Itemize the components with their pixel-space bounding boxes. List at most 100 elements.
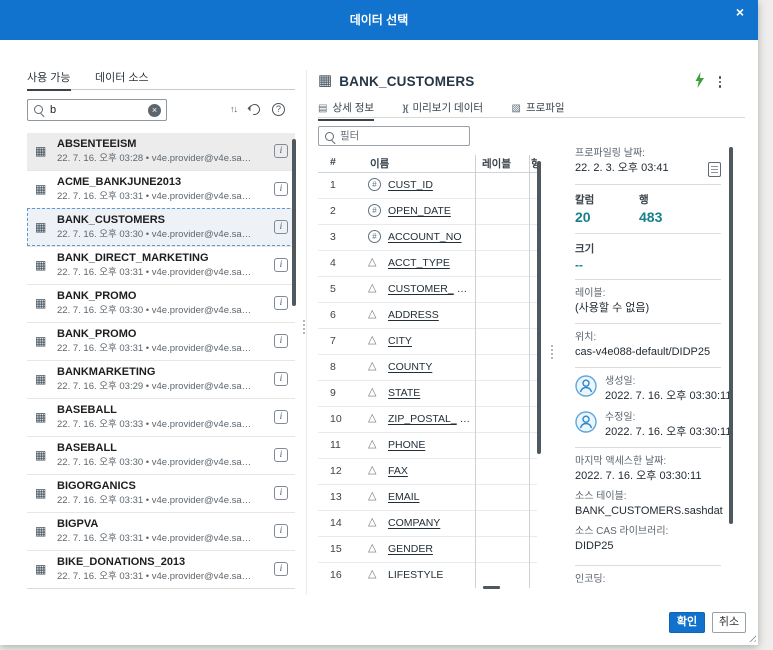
left-splitter-handle[interactable] xyxy=(303,320,305,334)
table-row[interactable]: 5 △ CUSTOMER_ … xyxy=(318,277,537,303)
info-icon[interactable]: i xyxy=(274,410,288,424)
search-box[interactable]: × xyxy=(27,99,167,121)
table-row[interactable]: 4 △ ACCT_TYPE xyxy=(318,251,537,277)
list-item[interactable]: ▦ BIKE_DONATIONS_2013 22. 7. 16. 오후 03:3… xyxy=(27,550,295,588)
help-icon[interactable]: ? xyxy=(272,103,285,116)
list-item[interactable]: ▦ BANK_PROMO 22. 7. 16. 오후 03:30 • v4e.p… xyxy=(27,284,295,322)
column-name-link[interactable]: ACCT_TYPE xyxy=(388,257,450,269)
numeric-column-icon: # xyxy=(368,230,381,243)
column-number: 5 xyxy=(330,283,336,295)
column-number: 2 xyxy=(330,205,336,217)
list-item[interactable]: ▦ BANK_CUSTOMERS 22. 7. 16. 오후 03:30 • v… xyxy=(27,208,295,246)
info-icon[interactable]: i xyxy=(274,296,288,310)
info-icon[interactable]: i xyxy=(274,220,288,234)
tab-profile[interactable]: ▧프로파일 xyxy=(511,100,564,120)
table-row[interactable]: 3 # ACCOUNT_NO xyxy=(318,225,537,251)
list-item[interactable]: ▦ BIGPVA 22. 7. 16. 오후 03:31 • v4e.provi… xyxy=(27,512,295,550)
modified-row: 수정일: 2022. 7. 16. 오후 03:30:11 xyxy=(575,411,721,440)
table-row[interactable]: 14 △ COMPANY xyxy=(318,511,537,537)
table-row[interactable]: 13 △ EMAIL xyxy=(318,485,537,511)
column-name-link[interactable]: CITY xyxy=(388,335,412,347)
clear-search-button[interactable]: × xyxy=(148,104,161,117)
column-name-link[interactable]: CUST_ID xyxy=(388,179,433,191)
filter-box[interactable] xyxy=(318,126,470,146)
column-name-link[interactable]: EMAIL xyxy=(388,491,420,503)
table-row[interactable]: 12 △ FAX xyxy=(318,459,537,485)
info-icon[interactable]: i xyxy=(274,486,288,500)
info-icon[interactable]: i xyxy=(274,448,288,462)
list-item[interactable]: ▦ ACME_BANKJUNE2013 22. 7. 16. 오후 03:31 … xyxy=(27,170,295,208)
table-row[interactable]: 15 △ GENDER xyxy=(318,537,537,563)
columns-scrollbar[interactable] xyxy=(537,161,541,454)
column-number: 10 xyxy=(330,413,342,425)
list-item[interactable]: ▦ BANK_DIRECT_MARKETING 22. 7. 16. 오후 03… xyxy=(27,246,295,284)
list-item[interactable]: ▦ BIGORGANICS 22. 7. 16. 오후 03:31 • v4e.… xyxy=(27,474,295,512)
tab-data-sources[interactable]: 데이터 소스 xyxy=(95,69,149,90)
dataset-text: BANK_PROMO 22. 7. 16. 오후 03:30 • v4e.pro… xyxy=(57,289,267,317)
tab-available[interactable]: 사용 가능 xyxy=(27,69,71,90)
table-row[interactable]: 7 △ CITY xyxy=(318,329,537,355)
last-access-value: 2022. 7. 16. 오후 03:30:11 xyxy=(575,469,721,484)
truncation-ellipsis: … xyxy=(460,413,471,425)
table-row[interactable]: 16 △ LIFESTYLE xyxy=(318,563,537,588)
info-icon[interactable]: i xyxy=(274,562,288,576)
sort-icon[interactable]: ↑↓ xyxy=(230,103,237,116)
column-name-link[interactable]: STATE xyxy=(388,387,420,399)
info-icon[interactable]: i xyxy=(274,372,288,386)
column-name-link[interactable]: COMPANY xyxy=(388,517,440,529)
column-name-link[interactable]: ZIP_POSTAL_ xyxy=(388,413,457,425)
resize-grip[interactable] xyxy=(747,633,756,642)
source-caslib-label: 소스 CAS 라이브러리: xyxy=(575,525,721,539)
close-button[interactable]: × xyxy=(731,4,749,22)
table-row[interactable]: 6 △ ADDRESS xyxy=(318,303,537,329)
column-name-link[interactable]: OPEN_DATE xyxy=(388,205,451,217)
more-options-button[interactable] xyxy=(715,74,725,90)
table-row[interactable]: 8 △ COUNTY xyxy=(318,355,537,381)
table-row[interactable]: 11 △ PHONE xyxy=(318,433,537,459)
dataset-meta: 22. 7. 16. 오후 03:30 • v4e.provider@v4e.s… xyxy=(57,304,267,317)
info-icon[interactable]: i xyxy=(274,258,288,272)
tab-details[interactable]: ▤상세 정보 xyxy=(318,100,374,120)
columns-hscrollbar[interactable] xyxy=(483,586,500,589)
info-icon[interactable]: i xyxy=(274,524,288,538)
source-caslib-value: DIDP25 xyxy=(575,539,721,554)
ok-button[interactable]: 확인 xyxy=(669,612,705,633)
list-item[interactable]: ▦ BANK_PROMO 22. 7. 16. 오후 03:31 • v4e.p… xyxy=(27,322,295,360)
column-name-link[interactable]: GENDER xyxy=(388,543,433,555)
list-item[interactable]: ▦ BASEBALL 22. 7. 16. 오후 03:33 • v4e.pro… xyxy=(27,398,295,436)
column-name-link[interactable]: LIFESTYLE xyxy=(388,569,443,581)
tab-preview-data[interactable]: }{미리보기 데이터 xyxy=(402,100,483,120)
list-item[interactable]: ▦ BASEBALL 22. 7. 16. 오후 03:30 • v4e.pro… xyxy=(27,436,295,474)
table-row[interactable]: 1 # CUST_ID xyxy=(318,173,537,199)
list-item[interactable]: ▦ BANKMARKETING 22. 7. 16. 오후 03:29 • v4… xyxy=(27,360,295,398)
list-item[interactable]: ▦ ABSENTEEISM 22. 7. 16. 오후 03:28 • v4e.… xyxy=(27,133,295,170)
search-input[interactable] xyxy=(50,102,142,118)
table-row[interactable]: 2 # OPEN_DATE xyxy=(318,199,537,225)
search-icon xyxy=(34,105,43,114)
column-name-link[interactable]: FAX xyxy=(388,465,408,477)
right-splitter-handle[interactable] xyxy=(551,345,553,359)
filter-input[interactable] xyxy=(340,129,464,143)
info-icon[interactable]: i xyxy=(274,334,288,348)
cancel-button[interactable]: 취소 xyxy=(712,612,746,633)
profile-report-icon[interactable] xyxy=(708,162,721,177)
table-row[interactable]: 10 △ ZIP_POSTAL_ … xyxy=(318,407,537,433)
table-icon: ▦ xyxy=(35,524,46,538)
column-name-link[interactable]: ADDRESS xyxy=(388,309,439,321)
column-name-link[interactable]: PHONE xyxy=(388,439,425,451)
column-name-link[interactable]: COUNTY xyxy=(388,361,432,373)
left-list-scrollbar[interactable] xyxy=(292,139,296,306)
refresh-icon[interactable] xyxy=(247,102,262,117)
character-column-icon: △ xyxy=(368,541,376,554)
details-tab-icon: ▤ xyxy=(318,103,327,114)
column-name-wrap: ACCT_TYPE xyxy=(388,257,453,269)
column-name-link[interactable]: ACCOUNT_NO xyxy=(388,231,462,243)
info-icon[interactable]: i xyxy=(274,144,288,158)
info-icon[interactable]: i xyxy=(274,182,288,196)
info-panel-scrollbar[interactable] xyxy=(729,147,733,524)
encoding-label: 인코딩: xyxy=(575,573,721,587)
column-name-link[interactable]: CUSTOMER_ xyxy=(388,283,454,295)
table-row[interactable]: 9 △ STATE xyxy=(318,381,537,407)
lightning-icon[interactable] xyxy=(694,72,705,93)
modified-value: 2022. 7. 16. 오후 03:30:11 xyxy=(605,425,731,440)
